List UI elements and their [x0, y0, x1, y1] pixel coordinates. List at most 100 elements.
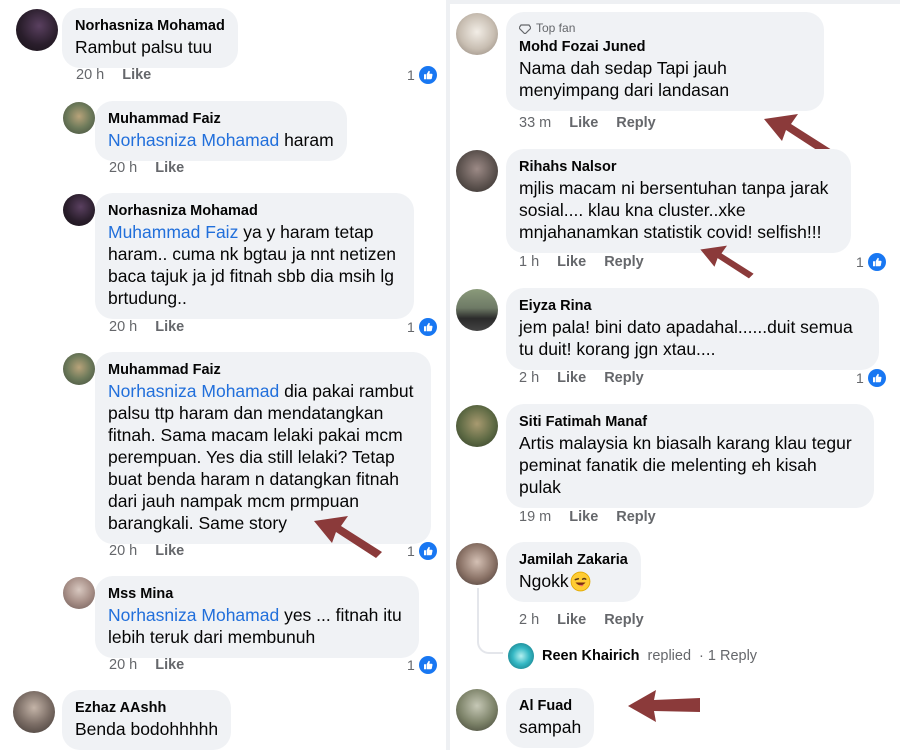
comment-actions: 20 h Like: [109, 543, 184, 559]
commenter-name[interactable]: Eiyza Rina: [519, 297, 866, 316]
badge-label: Top fan: [536, 21, 576, 35]
commenter-name[interactable]: Muhammad Faiz: [108, 361, 418, 380]
column-divider: [446, 0, 450, 750]
like-button[interactable]: Like: [557, 612, 586, 628]
comment-text: mjlis macam ni bersentuhan tanpa jarak s…: [519, 178, 829, 242]
avatar[interactable]: [456, 689, 498, 731]
comment-text: Ngokk: [519, 571, 569, 591]
commenter-name[interactable]: Norhasniza Mohamad: [108, 202, 401, 221]
commenter-name[interactable]: Rihahs Nalsor: [519, 158, 838, 177]
thumbs-up-icon: [867, 369, 886, 387]
reaction-number: 1: [856, 370, 864, 386]
avatar[interactable]: [456, 405, 498, 447]
avatar[interactable]: [63, 577, 95, 609]
like-button[interactable]: Like: [155, 319, 184, 335]
avatar[interactable]: [13, 691, 55, 733]
reaction-count[interactable]: 1: [407, 318, 437, 336]
timestamp[interactable]: 20 h: [109, 543, 137, 559]
avatar[interactable]: [456, 13, 498, 55]
comment-text: dia pakai rambut palsu ttp haram dan men…: [108, 381, 414, 533]
comment-bubble: Al Fuad sampah: [506, 688, 595, 748]
thumbs-up-icon: [418, 66, 437, 84]
reaction-count[interactable]: 1: [407, 66, 437, 84]
avatar[interactable]: [456, 150, 498, 192]
reaction-count[interactable]: 1: [856, 253, 886, 271]
reply-button[interactable]: Reply: [604, 254, 644, 270]
comment-bubble: Rihahs Nalsor mjlis macam ni bersentuhan…: [506, 149, 851, 253]
commenter-name[interactable]: Al Fuad: [519, 697, 581, 716]
comment-bubble: Jamilah Zakaria Ngokk: [506, 542, 641, 602]
timestamp[interactable]: 1 h: [519, 254, 539, 270]
commenter-name[interactable]: Siti Fatimah Manaf: [519, 413, 861, 432]
comment-bubble: Norhasniza Mohamad Rambut palsu tuu: [62, 8, 238, 68]
like-button[interactable]: Like: [557, 254, 586, 270]
like-button[interactable]: Like: [155, 657, 184, 673]
mention-link[interactable]: Norhasniza Mohamad: [108, 605, 279, 625]
comment-actions: 2 h Like Reply: [519, 612, 644, 628]
avatar[interactable]: [63, 353, 95, 385]
thread-line: [477, 588, 479, 628]
annotation-arrow: [314, 516, 382, 558]
comment-text: sampah: [519, 717, 582, 737]
avatar[interactable]: [16, 9, 58, 51]
timestamp[interactable]: 2 h: [519, 612, 539, 628]
commenter-name[interactable]: Mohd Fozai Juned: [519, 38, 811, 57]
avatar[interactable]: [508, 643, 534, 669]
like-button[interactable]: Like: [122, 67, 151, 83]
comment-bubble: Mss Mina Norhasniza Mohamad yes ... fitn…: [95, 576, 419, 658]
avatar[interactable]: [63, 102, 95, 134]
comment-actions: 1 h Like Reply: [519, 254, 644, 270]
comment-actions: 20 h Like: [109, 160, 184, 176]
mention-link[interactable]: Norhasniza Mohamad: [108, 381, 279, 401]
timestamp[interactable]: 19 m: [519, 509, 551, 525]
commenter-name[interactable]: Muhammad Faiz: [108, 110, 334, 129]
comment-actions: 20 h Like: [109, 319, 184, 335]
commenter-name[interactable]: Jamilah Zakaria: [519, 551, 628, 570]
reply-button[interactable]: Reply: [604, 612, 644, 628]
avatar[interactable]: [63, 194, 95, 226]
like-button[interactable]: Like: [569, 115, 598, 131]
commenter-name[interactable]: Ezhaz AAshh: [75, 699, 218, 718]
commenter-name[interactable]: Norhasniza Mohamad: [75, 17, 225, 36]
like-button[interactable]: Like: [569, 509, 598, 525]
mention-link[interactable]: Muhammad Faiz: [108, 222, 238, 242]
reply-button[interactable]: Reply: [616, 509, 656, 525]
avatar[interactable]: [456, 543, 498, 585]
timestamp[interactable]: 20 h: [109, 319, 137, 335]
like-button[interactable]: Like: [557, 370, 586, 386]
thread-connector: [477, 626, 503, 654]
timestamp[interactable]: 20 h: [76, 67, 104, 83]
thumbs-up-icon: [418, 656, 437, 674]
annotation-arrow: [700, 245, 754, 279]
reaction-number: 1: [407, 67, 415, 83]
comment-text: jem pala! bini dato apadahal......duit s…: [519, 317, 853, 359]
mention-link[interactable]: Norhasniza Mohamad: [108, 130, 279, 150]
comment-text: Benda bodohhhhh: [75, 719, 219, 739]
replied-label: replied: [647, 648, 692, 664]
reply-count[interactable]: · 1 Reply: [699, 648, 757, 664]
like-button[interactable]: Like: [155, 543, 184, 559]
avatar[interactable]: [456, 289, 498, 331]
replier-name[interactable]: Reen Khairich: [542, 648, 640, 664]
comment-bubble: Muhammad Faiz Norhasniza Mohamad haram: [95, 101, 347, 161]
comment-actions: 20 h Like: [109, 657, 184, 673]
timestamp[interactable]: 2 h: [519, 370, 539, 386]
timestamp[interactable]: 20 h: [109, 160, 137, 176]
reply-button[interactable]: Reply: [616, 115, 656, 131]
comment-text: Nama dah sedap Tapi jauh menyimpang dari…: [519, 58, 730, 100]
reaction-count[interactable]: 1: [407, 542, 437, 560]
top-divider: [450, 0, 900, 4]
timestamp[interactable]: 20 h: [109, 657, 137, 673]
reply-button[interactable]: Reply: [604, 370, 644, 386]
comment-bubble: Top fan Mohd Fozai Juned Nama dah sedap …: [506, 12, 824, 111]
diamond-icon: [519, 23, 531, 34]
commenter-name[interactable]: Mss Mina: [108, 585, 406, 604]
grinning-face-emoji: [570, 571, 590, 591]
timestamp[interactable]: 33 m: [519, 115, 551, 131]
reaction-count[interactable]: 1: [407, 656, 437, 674]
comment-bubble: Siti Fatimah Manaf Artis malaysia kn bia…: [506, 404, 874, 508]
reaction-count[interactable]: 1: [856, 369, 886, 387]
replies-link[interactable]: Reen Khairich replied · 1 Reply: [508, 643, 757, 669]
like-button[interactable]: Like: [155, 160, 184, 176]
comment-actions: 33 m Like Reply: [519, 115, 656, 131]
